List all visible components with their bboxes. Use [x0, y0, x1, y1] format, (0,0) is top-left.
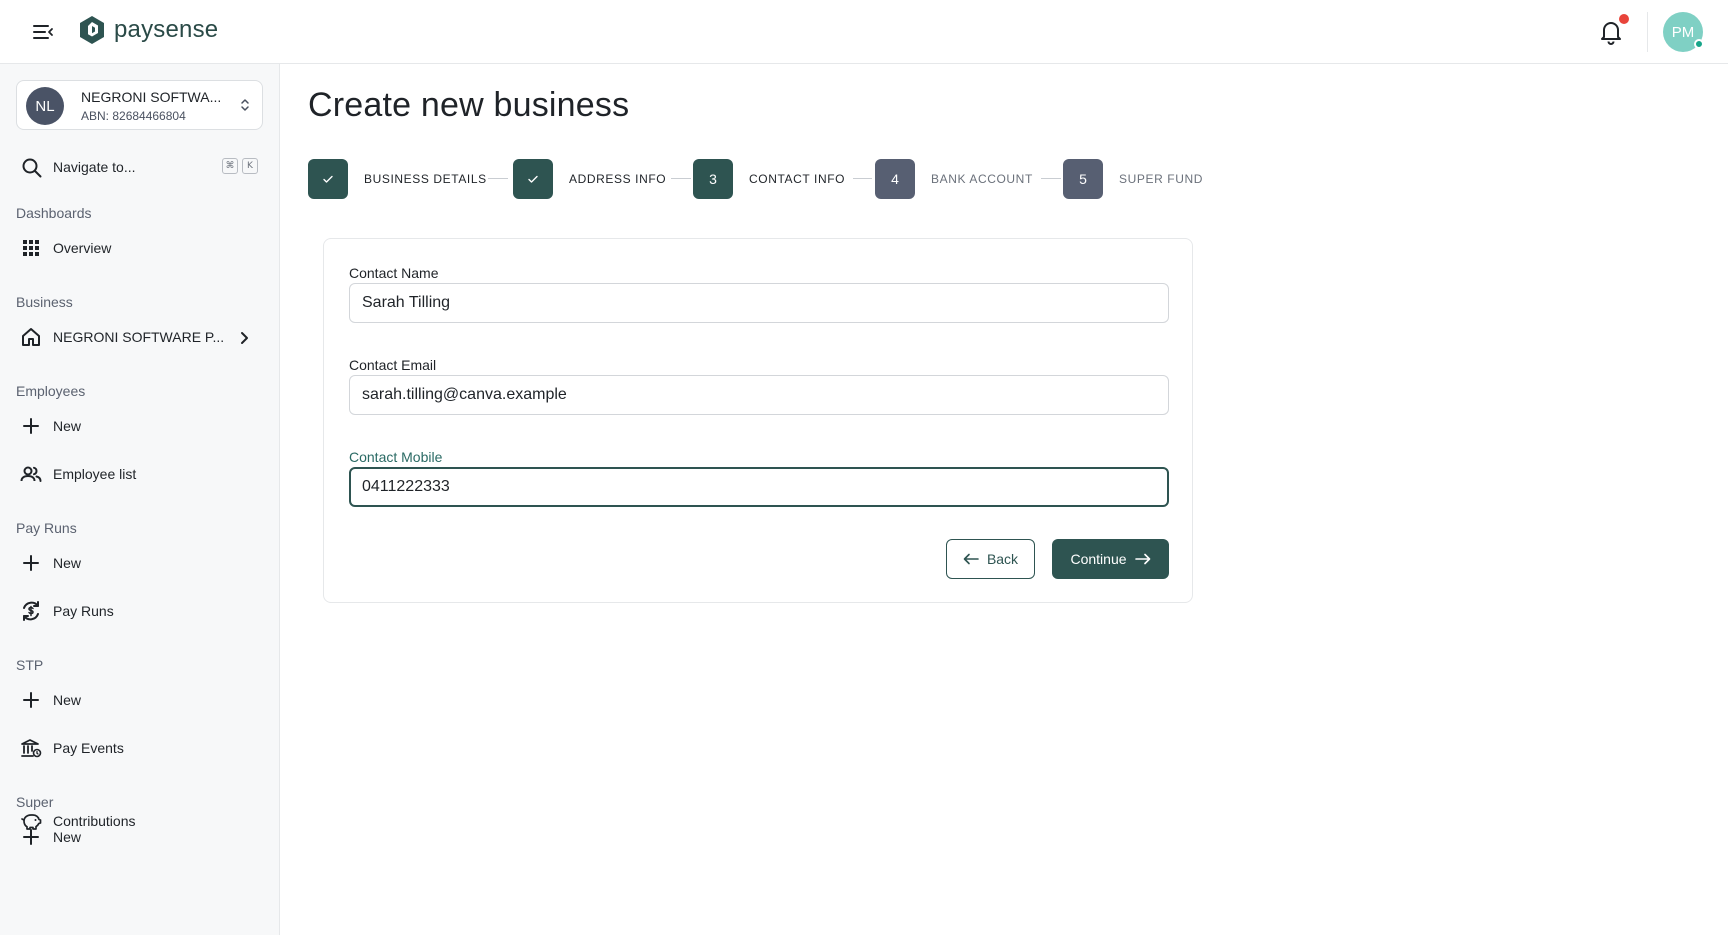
sidebar-item-label: Pay Events — [53, 740, 124, 756]
step-connector — [488, 178, 508, 179]
notification-badge — [1619, 14, 1629, 24]
plus-icon — [20, 552, 42, 574]
contact-info-form-card: Contact Name Contact Email Contact Mobil… — [323, 238, 1193, 603]
sidebar-item-stp-new[interactable]: New — [16, 683, 263, 717]
step-connector — [853, 178, 872, 179]
navigate-label: Navigate to... — [53, 159, 136, 175]
navigate-search[interactable]: Navigate to... ⌘ K — [16, 152, 263, 182]
chevron-right-icon — [241, 332, 248, 344]
sidebar-item-employee-list[interactable]: Employee list — [16, 457, 263, 491]
checkmark-icon — [528, 175, 538, 183]
arrow-left-icon — [963, 553, 979, 565]
contact-mobile-label: Contact Mobile — [349, 449, 443, 465]
page-title: Create new business — [308, 86, 630, 124]
sidebar-item-overview[interactable]: Overview — [16, 231, 263, 265]
step-connector — [1041, 178, 1061, 179]
home-icon — [20, 326, 42, 348]
section-pay-runs: Pay Runs — [16, 520, 77, 536]
shortcut-command-key: ⌘ — [222, 158, 238, 174]
sidebar-item-label: Contributions — [53, 813, 136, 829]
contact-email-field[interactable] — [349, 375, 1169, 415]
sidebar-item-pay-runs[interactable]: Pay Runs — [16, 594, 263, 628]
paysense-logo-icon — [80, 16, 104, 44]
sidebar-item-label: NEGRONI SOFTWARE P... — [53, 329, 225, 345]
back-button[interactable]: Back — [946, 539, 1035, 579]
contact-email-label: Contact Email — [349, 357, 437, 373]
step-5-label: SUPER FUND — [1119, 172, 1204, 186]
sidebar-item-business[interactable]: NEGRONI SOFTWARE P... — [16, 320, 263, 354]
business-name: NEGRONI SOFTWA... — [81, 89, 222, 105]
contact-name-label: Contact Name — [349, 265, 439, 281]
sidebar-item-pay-events[interactable]: Pay Events — [16, 731, 263, 765]
continue-button-label: Continue — [1070, 551, 1127, 567]
sidebar-item-label: New — [53, 418, 82, 434]
step-2-indicator — [513, 159, 553, 199]
user-avatar[interactable]: PM — [1663, 12, 1704, 52]
top-bar: paysense PM — [0, 0, 1728, 64]
step-5-indicator: 5 — [1063, 159, 1103, 199]
chevron-up-down-icon — [241, 99, 249, 111]
step-4-indicator: 4 — [875, 159, 915, 199]
step-4-label: BANK ACCOUNT — [931, 172, 1033, 186]
online-status-dot — [1694, 39, 1704, 49]
section-business: Business — [16, 294, 73, 310]
shortcut-k-key: K — [242, 158, 258, 174]
business-avatar: NL — [26, 87, 64, 125]
sidebar-item-label: New — [53, 555, 82, 571]
sidebar-item-label: Employee list — [53, 466, 137, 482]
business-switcher[interactable]: NL NEGRONI SOFTWA... ABN: 82684466804 — [16, 80, 263, 130]
top-divider — [1647, 12, 1648, 52]
business-abn: ABN: 82684466804 — [81, 109, 186, 123]
sidebar-item-label: New — [53, 692, 82, 708]
checkmark-icon — [323, 175, 333, 183]
bank-icon — [20, 737, 42, 759]
contact-name-field[interactable] — [349, 283, 1169, 323]
sidebar-item-label: Overview — [53, 240, 112, 256]
continue-button[interactable]: Continue — [1052, 539, 1169, 579]
sidebar-item-pay-runs-new[interactable]: New — [16, 546, 263, 580]
menu-collapse-icon[interactable] — [30, 20, 56, 44]
plus-icon — [20, 415, 42, 437]
sidebar-item-contributions[interactable]: Contributions — [16, 804, 263, 838]
step-3-indicator: 3 — [693, 159, 733, 199]
step-connector — [671, 178, 691, 179]
step-3-label: CONTACT INFO — [749, 172, 846, 186]
notifications-bell-icon[interactable] — [1598, 14, 1629, 46]
section-dashboards: Dashboards — [16, 205, 92, 221]
brand-name: paysense — [114, 16, 219, 43]
brand-logo[interactable]: paysense — [78, 15, 218, 45]
search-icon — [22, 158, 42, 178]
piggy-bank-icon — [20, 810, 42, 832]
people-icon — [20, 463, 42, 485]
section-stp: STP — [16, 657, 44, 673]
user-initials: PM — [1671, 23, 1695, 41]
plus-icon — [20, 689, 42, 711]
sidebar-item-label: Pay Runs — [53, 603, 114, 619]
back-button-label: Back — [986, 551, 1019, 567]
cycle-dollar-icon — [20, 600, 42, 622]
section-employees: Employees — [16, 383, 86, 399]
arrow-right-icon — [1134, 553, 1150, 565]
step-1-label: BUSINESS DETAILS — [364, 172, 487, 186]
grid-icon — [20, 237, 42, 259]
contact-mobile-field[interactable] — [349, 467, 1169, 507]
sidebar-item-employees-new[interactable]: New — [16, 409, 263, 443]
step-2-label: ADDRESS INFO — [569, 172, 667, 186]
step-1-indicator — [308, 159, 348, 199]
